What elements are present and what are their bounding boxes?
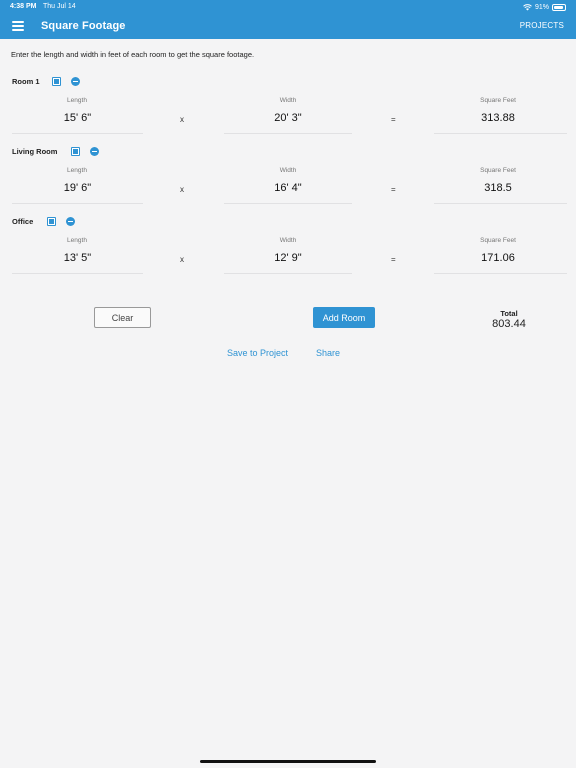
width-label: Width bbox=[279, 167, 297, 174]
length-input[interactable]: 13' 5" bbox=[12, 252, 143, 264]
share-link[interactable]: Share bbox=[316, 348, 340, 358]
room-row: Room 1 Length Width Square Feet 15' 6" x… bbox=[0, 77, 576, 137]
status-indicators: 91% bbox=[523, 2, 566, 12]
square-feet-underline bbox=[434, 273, 567, 274]
times-symbol: x bbox=[180, 185, 184, 194]
status-date: Thu Jul 14 bbox=[43, 3, 76, 10]
clear-button[interactable]: Clear bbox=[94, 307, 151, 328]
width-underline bbox=[224, 273, 352, 274]
length-label: Length bbox=[67, 237, 87, 244]
remove-icon[interactable] bbox=[71, 77, 80, 86]
total-value: 803.44 bbox=[492, 318, 526, 330]
status-time: 4:38 PM bbox=[10, 3, 37, 10]
remove-icon[interactable] bbox=[66, 217, 75, 226]
width-underline bbox=[224, 203, 352, 204]
battery-icon bbox=[552, 3, 566, 11]
square-feet-value: 171.06 bbox=[481, 252, 515, 264]
times-symbol: x bbox=[180, 255, 184, 264]
square-feet-label: Square Feet bbox=[480, 237, 516, 244]
remove-icon[interactable] bbox=[90, 147, 99, 156]
add-room-button[interactable]: Add Room bbox=[313, 307, 375, 328]
equals-symbol: = bbox=[391, 185, 396, 194]
length-input[interactable]: 19' 6" bbox=[12, 182, 143, 194]
width-input[interactable]: 20' 3" bbox=[224, 112, 352, 124]
projects-button[interactable]: PROJECTS bbox=[520, 21, 564, 30]
room-actions bbox=[71, 147, 99, 156]
length-label: Length bbox=[67, 97, 87, 104]
room-actions bbox=[47, 217, 75, 226]
square-feet-label: Square Feet bbox=[480, 97, 516, 104]
room-name: Living Room bbox=[12, 147, 58, 156]
edit-icon[interactable] bbox=[47, 217, 56, 226]
room-name: Room 1 bbox=[12, 77, 40, 86]
room-row: Living Room Length Width Square Feet 19'… bbox=[0, 147, 576, 207]
length-underline bbox=[12, 133, 143, 134]
save-to-project-link[interactable]: Save to Project bbox=[227, 348, 288, 358]
square-feet-value: 313.88 bbox=[481, 112, 515, 124]
square-feet-underline bbox=[434, 133, 567, 134]
length-input[interactable]: 15' 6" bbox=[12, 112, 143, 124]
square-feet-label: Square Feet bbox=[480, 167, 516, 174]
square-feet-underline bbox=[434, 203, 567, 204]
equals-symbol: = bbox=[391, 115, 396, 124]
width-input[interactable]: 16' 4" bbox=[224, 182, 352, 194]
top-bar: 4:38 PM Thu Jul 14 91% Square Footage PR… bbox=[0, 0, 576, 39]
battery-fill bbox=[554, 5, 564, 9]
battery-percent: 91% bbox=[534, 3, 549, 11]
square-feet-value: 318.5 bbox=[484, 182, 512, 194]
total-label: Total bbox=[500, 309, 518, 318]
edit-icon[interactable] bbox=[71, 147, 80, 156]
width-input[interactable]: 12' 9" bbox=[224, 252, 352, 264]
width-underline bbox=[224, 133, 352, 134]
length-underline bbox=[12, 203, 143, 204]
hamburger-icon[interactable] bbox=[12, 21, 24, 31]
width-label: Width bbox=[279, 237, 297, 244]
instructions-text: Enter the length and width in feet of ea… bbox=[11, 50, 255, 59]
edit-icon[interactable] bbox=[52, 77, 61, 86]
room-actions bbox=[52, 77, 80, 86]
room-name: Office bbox=[12, 217, 34, 226]
wifi-icon bbox=[523, 3, 532, 10]
equals-symbol: = bbox=[391, 255, 396, 264]
page-title: Square Footage bbox=[41, 20, 126, 32]
length-underline bbox=[12, 273, 143, 274]
times-symbol: x bbox=[180, 115, 184, 124]
length-label: Length bbox=[67, 167, 87, 174]
home-indicator bbox=[200, 760, 376, 763]
room-row: Office Length Width Square Feet 13' 5" x… bbox=[0, 217, 576, 277]
width-label: Width bbox=[279, 97, 297, 104]
